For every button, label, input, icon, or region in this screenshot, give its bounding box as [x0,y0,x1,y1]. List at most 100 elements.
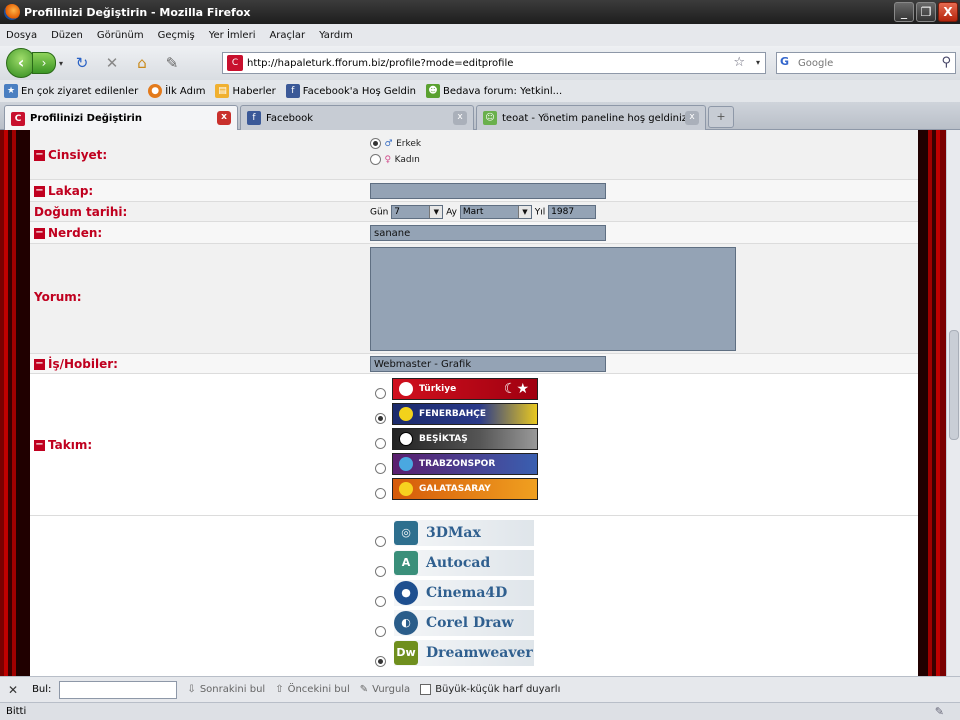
birthdate-label: Doğum tarihi: [34,205,128,219]
addons-icon[interactable]: ✎ [161,52,183,74]
menu-tools[interactable]: Araçlar [269,30,305,41]
software-radio-3dmax[interactable] [375,536,386,547]
comment-textarea[interactable] [370,247,736,351]
software-radio-autocad[interactable] [375,566,386,577]
status-addon-icon[interactable]: ✎ [935,705,944,718]
team-option-turkey[interactable]: Türkiye ☾★ [392,378,538,400]
search-input[interactable] [798,57,928,69]
team-radio-trabzonspor[interactable] [375,463,386,474]
arrow-up-icon: ⇧ [275,684,284,695]
tab-facebook[interactable]: f Facebook x [240,105,474,130]
autocad-logo-icon: A [394,551,418,575]
firefox-icon: ● [148,84,163,98]
team-radio-galatasaray[interactable] [375,488,386,499]
close-tab-icon[interactable]: x [453,111,467,125]
location-input[interactable] [370,225,606,241]
row-gender: − Cinsiyet: ♂ Erkek ♀ Kadın [30,130,918,180]
gender-male-radio[interactable] [370,137,381,149]
menu-bookmarks[interactable]: Yer İmleri [209,30,256,41]
team-logo-icon [399,407,413,421]
vertical-scrollbar[interactable] [946,130,960,676]
software-radio-dreamweaver[interactable] [375,656,386,667]
cinema4d-logo-icon: ● [394,581,418,605]
team-option-besiktas[interactable]: BEŞİKTAŞ [392,428,538,450]
required-icon: − [34,438,45,451]
find-input[interactable] [59,680,178,699]
google-icon[interactable]: G [780,55,798,71]
software-option-autocad[interactable]: A Autocad [394,550,534,576]
nickname-input[interactable] [370,183,606,199]
decorative-border-right [918,130,946,676]
close-tab-icon[interactable]: x [685,111,699,125]
facebook-icon: f [285,84,300,98]
find-next-button[interactable]: ⇩ Sonrakini bul [187,684,265,695]
month-select[interactable]: Mart ▼ [459,205,532,219]
reload-icon[interactable]: ↻ [71,52,93,74]
hobbies-input[interactable] [370,356,606,372]
stop-icon[interactable]: ✕ [101,52,123,74]
row-hobbies: − İş/Hobiler: [30,354,918,374]
menu-edit[interactable]: Düzen [51,30,83,41]
history-dropdown-icon[interactable]: ▾ [59,59,63,68]
crescent-star-icon: ☾★ [503,381,529,397]
bookmark-facebook[interactable]: f Facebook'a Hoş Geldin [285,84,416,98]
software-option-cinema4d[interactable]: ● Cinema4D [394,580,534,606]
menu-view[interactable]: Görünüm [97,30,144,41]
team-radio-fenerbahce[interactable] [375,413,386,424]
status-text: Bitti [6,706,27,717]
close-button[interactable]: X [938,2,958,22]
bookmark-getting-started[interactable]: ● İlk Adım [148,84,205,98]
gender-female-radio[interactable] [370,153,381,165]
team-option-trabzonspor[interactable]: TRABZONSPOR [392,453,538,475]
url-dropdown-icon[interactable]: ▾ [756,58,760,67]
software-option-dreamweaver[interactable]: Dw Dreamweaver [394,640,534,666]
3dmax-logo-icon: ◎ [394,521,418,545]
home-icon[interactable]: ⌂ [131,52,153,74]
forward-button[interactable]: › [32,52,56,74]
search-icon[interactable]: ⚲ [941,55,951,70]
team-option-galatasaray[interactable]: GALATASARAY [392,478,538,500]
software-radio-coreldraw[interactable] [375,626,386,637]
menu-help[interactable]: Yardım [319,30,353,41]
team-radio-besiktas[interactable] [375,438,386,449]
bookmark-free-forum[interactable]: ☻ Bedava forum: Yetkinl... [426,84,562,98]
minimize-button[interactable]: _ [894,2,914,22]
gender-male-label: Erkek [396,139,422,149]
maximize-button[interactable]: ❐ [916,2,936,22]
team-option-fenerbahce[interactable]: FENERBAHÇE [392,403,538,425]
find-previous-button[interactable]: ⇧ Öncekini bul [275,684,350,695]
software-option-coreldraw[interactable]: ◐ Corel Draw [394,610,534,636]
bookmark-most-visited[interactable]: ★ En çok ziyaret edilenler [4,84,138,98]
bookmark-news[interactable]: ▤ Haberler [215,84,276,98]
tab-edit-profile[interactable]: C Profilinizi Değiştirin x [4,105,238,131]
highlight-button[interactable]: ✎ Vurgula [360,684,410,695]
tab-admin-panel[interactable]: ☺ teoat - Yönetim paneline hoş geldiniz … [476,105,706,130]
location-label: − Nerden: [34,226,103,240]
close-find-bar-icon[interactable]: ✕ [8,683,18,697]
month-label: Ay [446,207,458,218]
software-option-3dmax[interactable]: ◎ 3DMax [394,520,534,546]
required-icon: − [34,226,45,239]
dreamweaver-logo-icon: Dw [394,641,418,665]
year-input[interactable]: 1987 [548,205,597,219]
gender-female-label: Kadın [394,155,420,165]
menu-history[interactable]: Geçmiş [158,30,195,41]
day-select[interactable]: 7 ▼ [391,205,444,219]
match-case-checkbox[interactable]: Büyük-küçük harf duyarlı [420,684,560,695]
forum-icon: ☺ [483,111,497,125]
search-bar[interactable]: G ⚲ [776,52,956,74]
coreldraw-logo-icon: ◐ [394,611,418,635]
bookmark-star-icon[interactable]: ☆ [733,55,745,70]
find-bar: ✕ Bul: ⇩ Sonrakini bul ⇧ Öncekini bul ✎ Vur… [0,676,960,702]
checkbox[interactable] [420,684,432,695]
url-bar[interactable]: C ☆ ▾ [222,52,766,74]
software-radio-cinema4d[interactable] [375,596,386,607]
menu-file[interactable]: Dosya [6,30,37,41]
url-input[interactable] [247,57,717,69]
site-favicon-icon: C [11,111,25,126]
scrollbar-thumb[interactable] [949,330,959,440]
close-tab-icon[interactable]: x [217,111,231,125]
new-tab-button[interactable]: + [708,106,734,128]
team-radio-turkey[interactable] [375,388,386,399]
team-label: − Takım: [34,438,93,452]
